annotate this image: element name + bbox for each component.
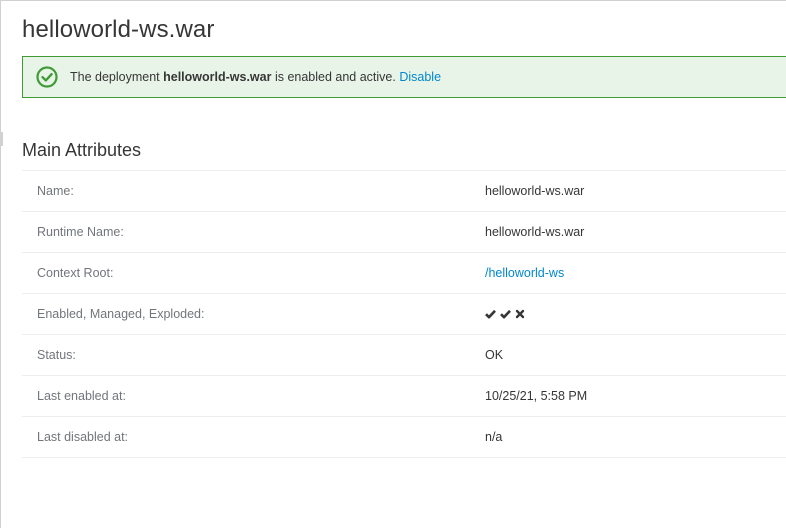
alert-prefix: The deployment [70, 70, 164, 84]
attribute-label: Enabled, Managed, Exploded: [37, 307, 205, 321]
check-icon [500, 309, 511, 319]
status-value: OK [485, 348, 504, 362]
attribute-row-runtime-name: Runtime Name: helloworld-ws.war [22, 212, 786, 253]
side-marker [0, 132, 3, 146]
x-icon [515, 309, 525, 319]
context-root-link[interactable]: /helloworld-ws [485, 266, 564, 280]
disable-link[interactable]: Disable [399, 70, 441, 84]
attribute-label: Last enabled at: [37, 389, 126, 403]
attribute-label: Name: [37, 184, 74, 198]
alert-suffix: is enabled and active. [271, 70, 396, 84]
alert-message: The deployment helloworld-ws.war is enab… [70, 70, 441, 84]
attribute-value: helloworld-ws.war [485, 184, 585, 198]
attribute-row-flags: Enabled, Managed, Exploded: [22, 294, 786, 335]
success-alert: The deployment helloworld-ws.war is enab… [22, 56, 786, 98]
attribute-label: Context Root: [37, 266, 114, 280]
attribute-value: helloworld-ws.war [485, 225, 585, 239]
attribute-label: Runtime Name: [37, 225, 124, 239]
alert-deployment-name: helloworld-ws.war [163, 70, 272, 84]
attribute-row-name: Name: helloworld-ws.war [22, 171, 786, 212]
section-title: Main Attributes [22, 140, 142, 160]
attribute-row-context-root: Context Root: /helloworld-ws [22, 253, 786, 294]
attribute-row-last-enabled: Last enabled at: 10/25/21, 5:58 PM [22, 376, 786, 417]
attribute-label: Status: [37, 348, 76, 362]
check-circle-icon [36, 66, 58, 88]
top-border [0, 0, 786, 1]
check-icon [485, 309, 496, 319]
attribute-row-last-disabled: Last disabled at: n/a [22, 417, 786, 458]
left-border [0, 0, 1, 528]
attribute-row-status: Status: OK [22, 335, 786, 376]
attribute-value: 10/25/21, 5:58 PM [485, 389, 588, 403]
attribute-label: Last disabled at: [37, 430, 129, 444]
page-title: helloworld-ws.war [22, 16, 215, 43]
attribute-value: n/a [485, 430, 503, 444]
attributes-table: Name: helloworld-ws.war Runtime Name: he… [22, 170, 786, 458]
flags-value [485, 309, 525, 319]
